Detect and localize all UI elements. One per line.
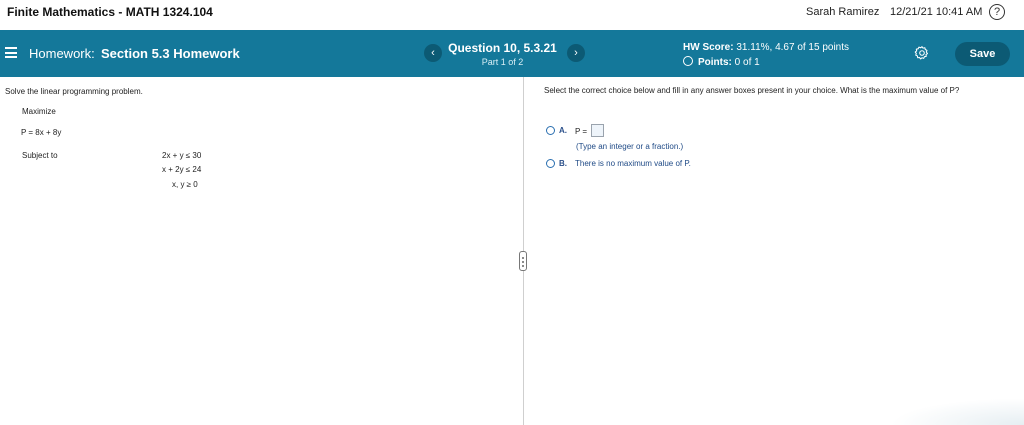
datetime: 12/21/21 10:41 AM bbox=[890, 6, 983, 18]
option-a-text: P = bbox=[575, 127, 588, 136]
gear-icon[interactable] bbox=[914, 45, 930, 61]
constraint-2: x + 2y ≤ 24 bbox=[162, 165, 202, 174]
option-a-letter: A. bbox=[559, 126, 567, 135]
points-value: 0 of 1 bbox=[734, 57, 760, 68]
question-circle-icon[interactable]: ? bbox=[989, 4, 1005, 20]
option-b-letter: B. bbox=[559, 159, 567, 168]
subject-to-label: Subject to bbox=[22, 151, 58, 160]
hamburger-menu-icon[interactable] bbox=[5, 47, 17, 58]
points-label: Points: bbox=[698, 57, 732, 68]
answer-input-box[interactable] bbox=[591, 124, 604, 137]
option-a-hint: (Type an integer or a fraction.) bbox=[576, 142, 684, 151]
pane-resize-handle[interactable] bbox=[519, 251, 527, 271]
hw-score-value: 31.11%, 4.67 of 15 points bbox=[736, 42, 850, 53]
hw-score: HW Score: 31.11%, 4.67 of 15 points bbox=[683, 42, 849, 53]
problem-instruction: Solve the linear programming problem. bbox=[5, 87, 143, 96]
corner-shadow bbox=[890, 398, 1024, 425]
course-title: Finite Mathematics - MATH 1324.104 bbox=[7, 5, 213, 19]
option-b-radio[interactable] bbox=[546, 159, 555, 168]
question-title: Question 10, 5.3.21 bbox=[448, 41, 557, 55]
option-b-text: There is no maximum value of P. bbox=[575, 159, 691, 168]
constraint-3: x, y ≥ 0 bbox=[172, 180, 198, 189]
user-name: Sarah Ramirez bbox=[806, 6, 880, 18]
next-question-button[interactable]: › bbox=[567, 44, 585, 62]
save-button[interactable]: Save bbox=[955, 42, 1010, 66]
option-a-radio[interactable] bbox=[546, 126, 555, 135]
homework-prefix: Homework: bbox=[29, 46, 95, 61]
objective-function: P = 8x + 8y bbox=[21, 128, 62, 137]
question-part: Part 1 of 2 bbox=[481, 57, 524, 67]
constraint-1: 2x + y ≤ 30 bbox=[162, 151, 202, 160]
top-bar: Finite Mathematics - MATH 1324.104 Sarah… bbox=[0, 0, 1024, 30]
homework-section-title: Section 5.3 Homework bbox=[101, 46, 240, 61]
hw-score-label: HW Score: bbox=[683, 42, 734, 53]
points: Points: 0 of 1 bbox=[683, 56, 760, 68]
homework-header: Homework: Section 5.3 Homework ‹ Questio… bbox=[0, 30, 1024, 77]
points-circle-icon bbox=[683, 56, 693, 66]
maximize-label: Maximize bbox=[22, 107, 56, 116]
answer-prompt: Select the correct choice below and fill… bbox=[544, 86, 960, 95]
